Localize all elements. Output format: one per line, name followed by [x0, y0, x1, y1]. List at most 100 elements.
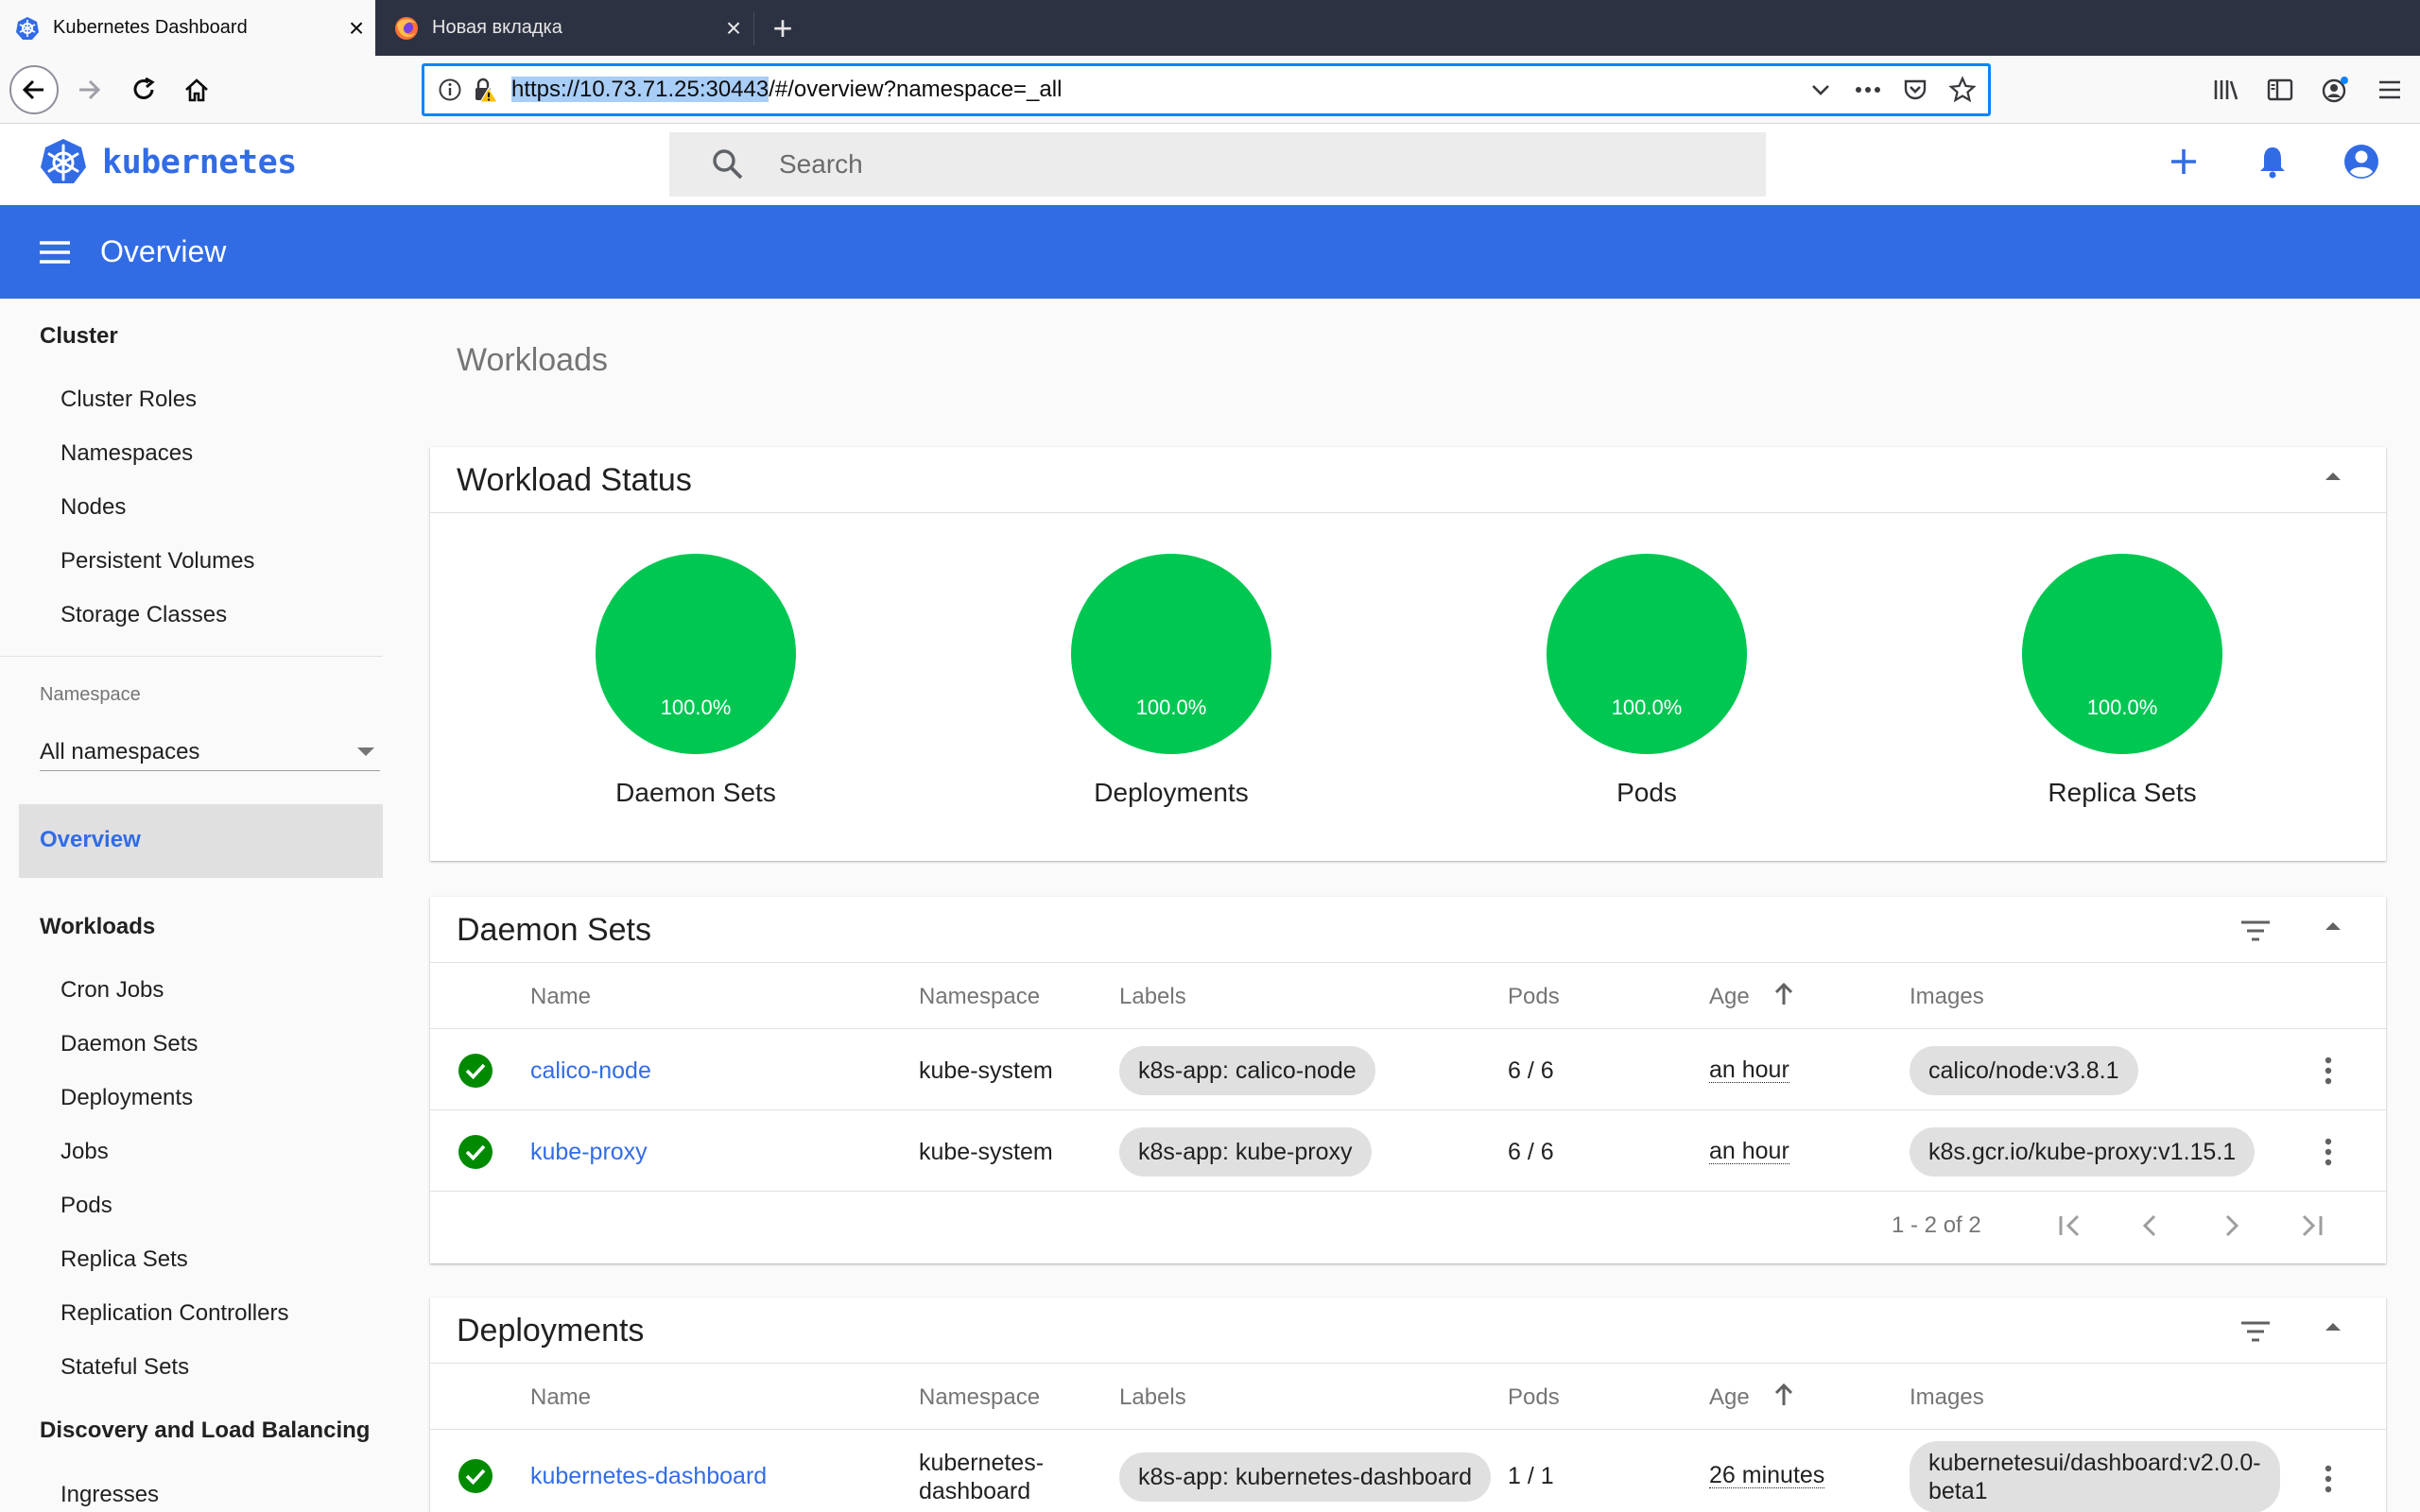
sidebar-heading-workloads[interactable]: Workloads [40, 914, 155, 940]
sidebar-item-nodes[interactable]: Nodes [60, 494, 126, 521]
column-header-age[interactable]: Age [1709, 984, 1750, 1010]
page-actions-more-icon[interactable] [1852, 74, 1884, 106]
namespace-label: Namespace [40, 684, 141, 705]
tab-close-icon[interactable]: × [715, 14, 752, 42]
collapse-arrow-icon[interactable] [2325, 472, 2341, 480]
kubernetes-logo[interactable]: kubernetes [38, 137, 297, 188]
more-vert-icon[interactable] [2324, 1137, 2333, 1167]
pods-cell: 6 / 6 [1508, 1057, 1554, 1084]
column-header-name[interactable]: Name [530, 1384, 591, 1411]
image-line: beta1 [1928, 1478, 1988, 1504]
status-donut-deployments: 100.0% [1071, 554, 1271, 754]
namespace-cell: kube-system [919, 1057, 1053, 1084]
more-vert-icon[interactable] [2324, 1056, 2333, 1086]
sidebar-item-namespaces[interactable]: Namespaces [60, 440, 193, 467]
namespace-selector[interactable]: All namespaces [40, 733, 380, 771]
daemon-set-name-link[interactable]: kube-proxy [530, 1139, 648, 1166]
sidebar-heading-cluster[interactable]: Cluster [40, 323, 118, 350]
column-header-images: Images [1910, 984, 1984, 1009]
age-cell: an hour [1709, 1138, 1789, 1164]
status-donut-replica-sets: 100.0% [2022, 554, 2222, 754]
info-icon[interactable] [438, 77, 462, 102]
browser-tab-new-tab[interactable]: Новая вкладка × [379, 0, 752, 56]
sidebar-item-replication-controllers[interactable]: Replication Controllers [60, 1300, 288, 1327]
search-bar[interactable] [669, 132, 1766, 197]
sidebar-toggle-icon[interactable] [2259, 69, 2301, 111]
pagination: 1 - 2 of 2 [430, 1192, 2386, 1258]
search-input[interactable] [779, 149, 1630, 180]
deployments-card: Deployments Name Namespace Labels Pods A… [430, 1297, 2386, 1512]
bookmark-star-icon[interactable] [1946, 74, 1979, 106]
sidebar-heading-discovery[interactable]: Discovery and Load Balancing [40, 1418, 370, 1444]
status-label: Pods [1616, 778, 1677, 807]
sidebar-item-stateful-sets[interactable]: Stateful Sets [60, 1354, 189, 1381]
first-page-icon[interactable] [2053, 1209, 2087, 1243]
sort-arrow-up-icon[interactable] [1772, 1381, 1795, 1409]
sidebar-divider [0, 656, 383, 657]
sidebar-item-pods[interactable]: Pods [60, 1193, 112, 1219]
account-sync-icon[interactable] [2314, 69, 2356, 111]
account-button[interactable] [2341, 141, 2382, 182]
notifications-button[interactable] [2252, 141, 2293, 182]
column-header-images: Images [1910, 1384, 1984, 1410]
browser-toolbar: https://10.73.71.25:30443/#/overview?nam… [0, 56, 2420, 124]
image-chip: calico/node:v3.8.1 [1910, 1046, 2138, 1095]
reload-icon [133, 77, 155, 99]
more-vert-icon[interactable] [2324, 1464, 2333, 1494]
dropdown-chevron-icon[interactable] [1805, 74, 1837, 106]
sidebar-item-storage-classes[interactable]: Storage Classes [60, 602, 227, 628]
sidebar-item-jobs[interactable]: Jobs [60, 1139, 109, 1165]
home-button[interactable] [172, 65, 221, 114]
next-page-icon[interactable] [2214, 1209, 2248, 1243]
status-donut-pods: 100.0% [1547, 554, 1747, 754]
filter-icon[interactable] [2238, 1314, 2273, 1349]
sidebar-item-overview[interactable]: Overview [19, 804, 383, 878]
sidebar-item-persistent-volumes[interactable]: Persistent Volumes [60, 548, 254, 575]
column-header-age[interactable]: Age [1709, 1384, 1750, 1411]
age-cell: an hour [1709, 1057, 1789, 1083]
menu-icon[interactable] [38, 235, 72, 269]
new-tab-button[interactable]: + [762, 0, 804, 56]
column-header-namespace[interactable]: Namespace [919, 1384, 1040, 1411]
pocket-icon[interactable] [1899, 74, 1931, 106]
reload-button[interactable] [119, 65, 168, 114]
hamburger-menu-icon[interactable] [2369, 69, 2411, 111]
collapse-arrow-icon[interactable] [2325, 1323, 2341, 1331]
last-page-icon[interactable] [2294, 1209, 2328, 1243]
column-header-pods: Pods [1508, 1384, 1560, 1410]
table-header: Name Namespace Labels Pods Age Images [430, 963, 2386, 1029]
kubernetes-favicon-icon [16, 16, 39, 40]
sidebar-item-cluster-roles[interactable]: Cluster Roles [60, 387, 197, 413]
workload-status-card: Workload Status 100.0% Daemon Sets 100.0… [430, 447, 2386, 861]
card-header: Workload Status [430, 447, 2386, 513]
column-header-name[interactable]: Name [530, 984, 591, 1010]
sidebar-item-deployments[interactable]: Deployments [60, 1085, 193, 1111]
collapse-arrow-icon[interactable] [2325, 922, 2341, 930]
library-icon[interactable] [2204, 69, 2246, 111]
namespace-cell: kubernetes-dashboard [919, 1449, 1044, 1505]
daemon-set-name-link[interactable]: calico-node [530, 1057, 651, 1085]
browser-tab-kubernetes-dashboard[interactable]: Kubernetes Dashboard × [0, 0, 375, 56]
previous-page-icon[interactable] [2134, 1209, 2168, 1243]
sidebar-item-replica-sets[interactable]: Replica Sets [60, 1246, 188, 1273]
deployment-name-link[interactable]: kubernetes-dashboard [530, 1463, 767, 1490]
tab-close-icon[interactable]: × [337, 14, 375, 42]
sidebar-item-cron-jobs[interactable]: Cron Jobs [60, 977, 164, 1004]
account-circle-icon [2344, 145, 2378, 179]
forward-button[interactable] [64, 65, 113, 114]
sort-arrow-up-icon[interactable] [1772, 980, 1795, 1008]
filter-icon[interactable] [2238, 914, 2273, 948]
sidebar-item-daemon-sets[interactable]: Daemon Sets [60, 1031, 198, 1057]
back-button[interactable] [9, 65, 59, 114]
label-chip: k8s-app: kube-proxy [1119, 1127, 1372, 1177]
section-title-workloads: Workloads [457, 342, 608, 378]
column-header-namespace[interactable]: Namespace [919, 984, 1040, 1010]
create-add-button[interactable] [2163, 141, 2204, 182]
arrow-left-icon [22, 79, 43, 100]
pods-cell: 1 / 1 [1508, 1463, 1554, 1489]
address-bar[interactable]: https://10.73.71.25:30443/#/overview?nam… [422, 63, 1991, 116]
insecure-lock-icon[interactable] [472, 77, 498, 103]
sidebar-item-ingresses[interactable]: Ingresses [60, 1482, 159, 1508]
table-row: kubernetes-dashboard kubernetes-dashboar… [430, 1430, 2386, 1512]
url-selected: https://10.73.71.25:30443 [511, 77, 769, 102]
